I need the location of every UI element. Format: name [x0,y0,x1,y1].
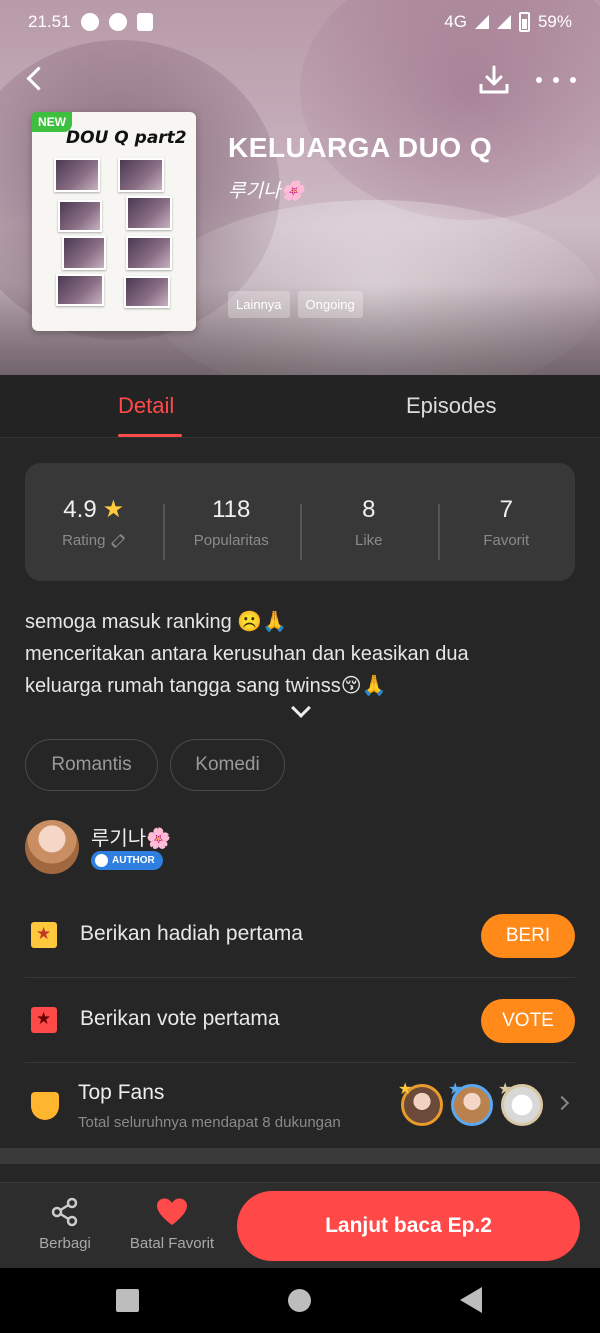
tag-status: Ongoing [297,291,363,318]
vote-button[interactable]: VOTE [481,999,575,1043]
download-icon[interactable] [476,62,512,98]
share-label: Berbagi [39,1235,91,1252]
unfavorite-button[interactable]: Batal Favorit [124,1197,220,1252]
crown-icon: ★ [448,1081,463,1098]
network-type: 4G [444,12,467,31]
trophy-icon [31,1092,59,1120]
battery-level: 59% [537,12,572,31]
share-icon-svg [51,1197,78,1227]
author-row[interactable]: 루기나🌸 AUTHOR [25,820,575,876]
tab-indicator [118,434,182,437]
cover-photo [118,158,164,192]
crown-icon: ★ [498,1081,513,1098]
tab-detail[interactable]: Detail [118,393,174,419]
description-line: menceritakan antara kerusuhan dan keasik… [25,643,469,665]
expand-chevron-icon[interactable] [288,702,312,718]
author-badge-label: AUTHOR [112,855,155,866]
vote-row: Berikan vote pertama VOTE [25,979,575,1063]
author-name[interactable]: 루기나🌸 [91,822,171,851]
more-options-icon[interactable] [536,68,576,92]
tab-episodes[interactable]: Episodes [406,393,497,419]
share-icon [50,1197,80,1227]
gift-button[interactable]: BERI [481,914,575,958]
signal-icon [496,15,511,29]
status-bar: 21.51 4G 59% [0,0,600,44]
vote-text: Berikan vote pertama [80,1007,280,1030]
description-line: semoga masuk ranking ☹️🙏 [25,611,288,633]
gift-text: Berikan hadiah pertama [80,922,303,945]
like-label: Like [354,531,383,549]
download-icon-svg [479,65,509,94]
rating-value: 4.9 [63,495,97,523]
cover-photo [58,200,102,232]
back-nav-icon[interactable] [460,1287,482,1313]
top-fans-subtitle: Total seluruhnya mendapat 8 dukungan [78,1114,341,1131]
cover-photo [56,274,104,306]
edit-icon [111,533,126,548]
home-icon[interactable] [288,1289,311,1312]
rating-label: Rating [62,532,106,549]
genre-tag-komedi[interactable]: Komedi [170,739,285,791]
favorite-label: Favorit [483,531,530,549]
author-avatar[interactable] [25,820,79,874]
cover-photo [54,158,100,192]
heart-icon [156,1197,188,1227]
book-title: KELUARGA DUO Q [228,132,493,163]
signal-icon [474,15,489,29]
chrome-icon [108,13,127,31]
fan-avatar[interactable]: ★ [448,1081,493,1126]
top-fans-title: Top Fans [78,1081,165,1104]
hero-tags: Lainnya Ongoing [228,291,363,318]
author-badge: AUTHOR [91,851,163,870]
gift-icon [31,922,57,948]
vote-ticket-icon [31,1007,57,1033]
status-time: 21.51 [28,12,71,31]
cover-photo [62,236,106,270]
fan-avatar[interactable]: ★ [498,1081,543,1126]
battery-icon [518,12,530,32]
stat-like: 8 Like [300,495,438,560]
stat-rating[interactable]: 4.9 ★ Rating [25,495,163,549]
section-divider [0,1148,600,1164]
stats-card: 4.9 ★ Rating 118 Popularitas 8 Like 7 Fav… [25,463,575,581]
cover-photo [126,236,172,270]
top-bar [0,58,600,102]
unfavorite-label: Batal Favorit [129,1235,215,1252]
gift-row: Berikan hadiah pertama BERI [25,894,575,978]
continue-reading-button[interactable]: Lanjut baca Ep.2 [237,1191,580,1261]
crown-icon: ★ [398,1081,413,1098]
cover-title: DOU Q part2 [66,128,187,148]
star-icon: ★ [102,496,125,523]
top-fans-row[interactable]: Top Fans Total seluruhnya mendapat 8 duk… [25,1064,575,1148]
database-icon [136,13,153,31]
book-author[interactable]: 루기나🌸 [228,176,304,203]
author-badge-icon [95,854,108,867]
recents-icon[interactable] [116,1289,139,1312]
tab-bar: Detail Episodes [0,375,600,438]
screen: 21.51 4G 59% DOU Q part2 NEW KELUARGA DU… [0,0,600,1333]
cover-photo [126,196,172,230]
fan-avatar[interactable]: ★ [398,1081,443,1126]
book-cover: DOU Q part2 [32,112,196,331]
stat-favorite: 7 Favorit [437,495,576,560]
chevron-right-icon[interactable] [554,1095,570,1111]
hero-header: 21.51 4G 59% DOU Q part2 NEW KELUARGA DU… [0,0,600,375]
favorite-value: 7 [499,495,513,523]
like-value: 8 [362,495,376,523]
share-button[interactable]: Berbagi [33,1197,97,1252]
popularity-label: Popularitas [193,531,269,549]
genre-tag-romantis[interactable]: Romantis [25,739,158,791]
heart-icon-svg [157,1198,187,1225]
popularity-value: 118 [212,495,251,523]
stat-popularity: 118 Popularitas [162,495,301,560]
chrome-icon [80,13,99,31]
tag-category[interactable]: Lainnya [228,291,290,318]
system-nav-bar [0,1268,600,1333]
new-badge: NEW [32,112,72,132]
cover-photo [124,276,170,308]
back-icon[interactable] [22,64,52,94]
book-description: semoga masuk ranking ☹️🙏 menceritakan an… [25,606,575,702]
bottom-action-bar: Berbagi Batal Favorit Lanjut baca Ep.2 [0,1182,600,1268]
